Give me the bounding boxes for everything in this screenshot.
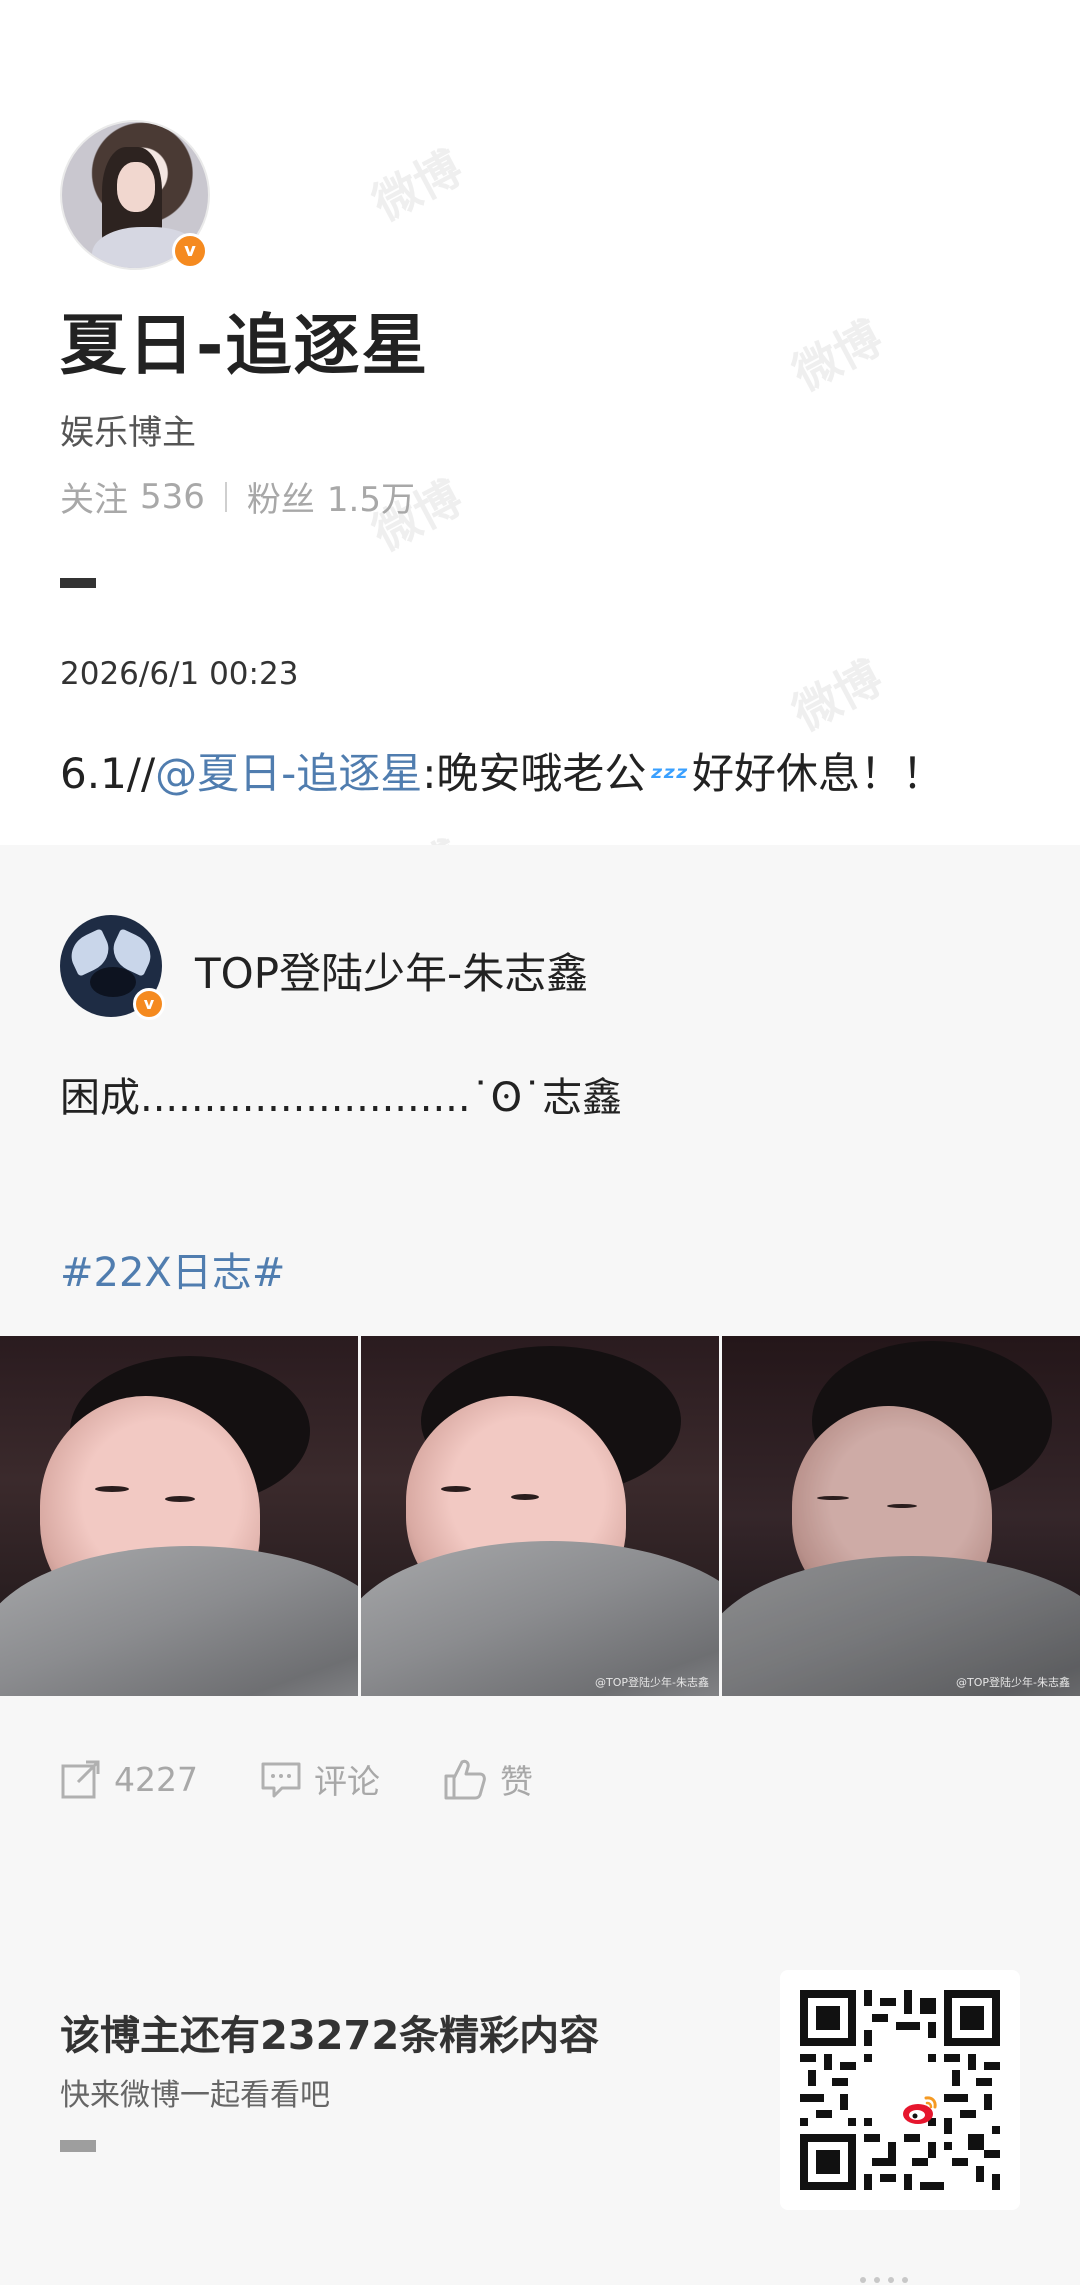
share-button[interactable]: 4227 [60, 1758, 198, 1800]
footer-title: 该博主还有23272条精彩内容 [60, 2013, 600, 2059]
following-label[interactable]: 关注 [60, 472, 128, 521]
post-text-main: :晚安哦老公 [422, 749, 647, 798]
watermark: 微博 [364, 140, 471, 232]
verified-badge-icon: v [172, 233, 208, 269]
repost-user-name[interactable]: TOP登陆少年-朱志鑫 [195, 940, 588, 1001]
divider-mark [60, 578, 96, 588]
like-button[interactable]: 赞 [442, 1755, 533, 1803]
repost-text: 困成..........................˙ʘ˙志鑫 [60, 1075, 623, 1121]
stats-divider [224, 481, 227, 512]
hashtag-link[interactable]: #22X日志# [60, 1240, 285, 1298]
mention-link[interactable]: @夏日-追逐星 [155, 749, 422, 798]
share-count: 4227 [114, 1759, 198, 1799]
post-photo[interactable]: @TOP登陆少年-朱志鑫 [361, 1336, 719, 1696]
followers-label[interactable]: 粉丝 [247, 472, 315, 521]
following-count[interactable]: 536 [140, 477, 205, 517]
post-time: 2026/6/1 00:23 [60, 656, 299, 692]
comment-button[interactable]: 评论 [260, 1755, 380, 1803]
zzz-icon: ᶻᶻᶻ [650, 761, 688, 796]
followers-count[interactable]: 1.5万 [327, 472, 415, 521]
post-photo[interactable]: @TOP登陆少年-朱志鑫 [722, 1336, 1080, 1696]
action-bar: 4227 评论 赞 [60, 1755, 595, 1803]
like-label: 赞 [499, 1762, 533, 1801]
photo-watermark: @TOP登陆少年-朱志鑫 [595, 1676, 709, 1689]
post-text-prefix: 6.1// [60, 749, 156, 798]
verified-badge-icon: v [133, 988, 165, 1020]
post-text: 6.1//@夏日-追逐星:晚安哦老公 ᶻᶻᶻ好好休息！！ [60, 740, 944, 801]
weibo-logo-icon [876, 2066, 937, 2124]
user-name[interactable]: 夏日-追逐星 [60, 292, 429, 388]
qr-code[interactable] [780, 1970, 1020, 2210]
share-icon [61, 1760, 100, 1799]
post-text-suffix: 好好休息！！ [692, 749, 945, 798]
thumbs-up-icon [444, 1759, 486, 1800]
user-title: 娱乐博主 [60, 413, 196, 453]
post-photo[interactable] [0, 1336, 358, 1696]
photo-watermark: @TOP登陆少年-朱志鑫 [956, 1676, 1070, 1689]
follow-stats: 关注 536 粉丝 1.5万 [60, 472, 415, 521]
watermark: 微博 [784, 650, 891, 742]
scroll-indicator [860, 2268, 1060, 2283]
footer-subtitle: 快来微博一起看看吧 [60, 2078, 330, 2113]
watermark: 微博 [784, 310, 891, 402]
divider-mark [60, 2140, 96, 2152]
comment-label: 评论 [313, 1762, 380, 1801]
comment-icon [261, 1762, 301, 1798]
